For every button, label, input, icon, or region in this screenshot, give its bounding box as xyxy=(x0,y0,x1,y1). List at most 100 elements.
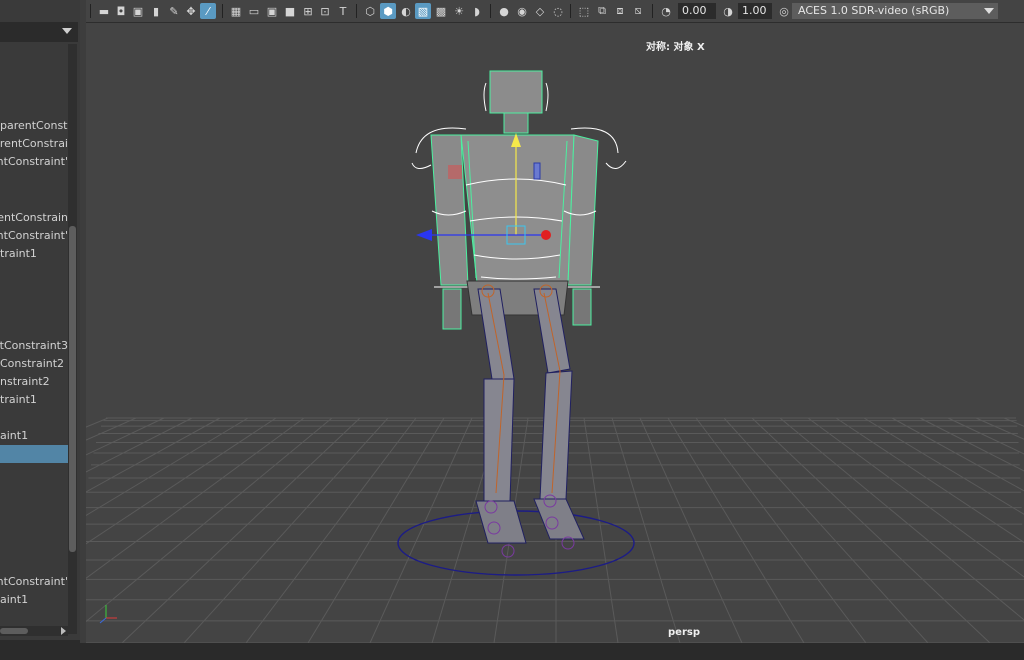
grid-line xyxy=(86,417,277,545)
two-d-pan-icon[interactable]: ✥ xyxy=(183,3,199,19)
depth-of-field-icon[interactable]: ◌ xyxy=(550,3,566,19)
outliner-item-label: parentConst xyxy=(0,119,68,132)
safe-action-icon[interactable]: ⊡ xyxy=(317,3,333,19)
outliner-footer xyxy=(0,640,80,660)
gamma-field[interactable]: 1.00 xyxy=(738,3,772,19)
outliner-item[interactable]: ntConstraint' xyxy=(0,227,68,245)
outliner-item[interactable] xyxy=(0,445,68,463)
field-chart-icon[interactable]: ⊞ xyxy=(300,3,316,19)
gate-mask-icon[interactable]: ■ xyxy=(282,3,298,19)
outliner-item[interactable]: ntConstraint3 xyxy=(0,337,68,355)
grid-line xyxy=(751,417,991,643)
wireframe-on-shaded-icon[interactable]: ▧ xyxy=(415,3,431,19)
grid-line xyxy=(121,417,361,643)
outliner-item[interactable]: aint1 xyxy=(0,591,68,609)
grid-line xyxy=(583,417,619,643)
grid-line xyxy=(307,417,445,643)
use-all-lights-icon[interactable]: ☀ xyxy=(451,3,467,19)
outliner-item-label: aint1 xyxy=(0,429,29,442)
default-lighting-icon[interactable]: ◐ xyxy=(398,3,414,19)
outliner-item-label: nstraint2 xyxy=(0,375,50,388)
camera-select-icon[interactable]: ▬ xyxy=(96,3,112,19)
exposure-icon[interactable]: ◔ xyxy=(658,3,674,19)
outliner-item-label: aint1 xyxy=(0,593,29,606)
toolbar-separator xyxy=(356,4,357,18)
grid-line xyxy=(183,417,389,643)
camera-attributes-icon[interactable]: ◘ xyxy=(113,3,129,19)
fk-ik-switch-left xyxy=(448,165,462,179)
film-gate-icon[interactable]: ▭ xyxy=(246,3,262,19)
outliner-item[interactable]: nstraint2 xyxy=(0,373,68,391)
outliner-item[interactable]: entConstrain xyxy=(0,209,68,227)
grid-line xyxy=(245,417,417,643)
scrollbar-thumb[interactable] xyxy=(0,628,28,634)
grid-line xyxy=(611,417,681,643)
screen-space-ao-icon[interactable]: ● xyxy=(496,3,512,19)
head-mesh xyxy=(489,70,543,114)
3d-viewport[interactable]: 对称: 对象 X persp xyxy=(86,23,1024,643)
image-plane-icon[interactable]: ▮ xyxy=(148,3,164,19)
grid-line xyxy=(86,417,109,428)
outliner-item[interactable]: ntConstraint' xyxy=(0,153,68,171)
outliner-item-label: rentConstrai xyxy=(0,137,68,150)
shadows-icon[interactable]: ◗ xyxy=(469,3,485,19)
grid-line xyxy=(919,417,1024,472)
grid-icon[interactable]: ▦ xyxy=(228,3,244,19)
toolbar-separator xyxy=(652,4,653,18)
outliner-horizontal-scrollbar[interactable] xyxy=(0,626,68,636)
grid-line xyxy=(695,417,867,643)
safe-title-icon[interactable]: T xyxy=(335,3,351,19)
xray-joints-icon[interactable]: ⧈ xyxy=(612,3,628,19)
grid-line xyxy=(86,417,333,623)
outliner-vertical-scrollbar[interactable] xyxy=(68,44,77,634)
left-arm-mesh xyxy=(430,134,469,286)
bookmark-camera-icon[interactable]: ▣ xyxy=(130,3,146,19)
backface-culling-icon[interactable]: ⧅ xyxy=(630,3,646,19)
isolate-select-icon[interactable]: ⬚ xyxy=(576,3,592,19)
grease-pencil-icon[interactable]: ✎ xyxy=(166,3,182,19)
grid-line xyxy=(723,417,929,643)
outliner-filter-bar[interactable] xyxy=(0,22,78,42)
grid-line xyxy=(863,417,1024,515)
grid-line xyxy=(86,417,193,473)
color-space-dropdown[interactable]: ACES 1.0 SDR-video (sRGB) xyxy=(792,3,998,19)
status-bar xyxy=(80,643,1024,660)
chevron-down-icon[interactable] xyxy=(62,28,72,34)
grid-line xyxy=(1003,417,1024,427)
symmetry-hud: 对称: 对象 X xyxy=(646,42,705,53)
smooth-shade-icon[interactable]: ⬢ xyxy=(380,3,396,19)
outliner-item-label: ntConstraint' xyxy=(0,229,68,242)
right-hand-mesh xyxy=(572,288,592,326)
grid-line xyxy=(369,417,473,643)
outliner-item[interactable]: ntConstraint' xyxy=(0,573,68,591)
resolution-gate-icon[interactable]: ▣ xyxy=(264,3,280,19)
textured-icon[interactable]: ▩ xyxy=(433,3,449,19)
outliner-item[interactable]: Constraint2 xyxy=(0,355,68,373)
toolbar-separator xyxy=(490,4,491,18)
outliner-item-label: entConstrain xyxy=(0,211,68,224)
motion-blur-icon[interactable]: ◉ xyxy=(514,3,530,19)
torso-mesh xyxy=(460,134,575,284)
gamma-icon[interactable]: ◑ xyxy=(720,3,736,19)
outliner-item[interactable]: traint1 xyxy=(0,391,68,409)
right-foot-mesh xyxy=(533,498,585,540)
scrollbar-thumb[interactable] xyxy=(69,226,76,552)
xray-icon[interactable]: ⧉ xyxy=(594,3,610,19)
exposure-field[interactable]: 0.00 xyxy=(678,3,716,19)
left-hand-mesh xyxy=(442,288,462,330)
outliner-item[interactable]: parentConst xyxy=(0,117,68,135)
grid-line xyxy=(835,417,1024,544)
wireframe-icon[interactable]: ⬡ xyxy=(362,3,378,19)
outliner-item-label: ntConstraint' xyxy=(0,155,68,168)
grease-pencil-active-icon[interactable]: ⁄ xyxy=(200,3,216,19)
chevron-down-icon[interactable] xyxy=(984,8,994,14)
outliner-item[interactable]: traint1 xyxy=(0,245,68,263)
outliner-item[interactable]: aint1 xyxy=(0,427,68,445)
anti-aliasing-icon[interactable]: ◇ xyxy=(532,3,548,19)
toolbar-separator xyxy=(570,4,571,18)
scroll-right-icon[interactable] xyxy=(61,627,66,635)
camera-name-hud: persp xyxy=(668,627,700,638)
toolbar-separator xyxy=(222,4,223,18)
outliner-item[interactable]: rentConstrai xyxy=(0,135,68,153)
color-management-icon[interactable]: ◎ xyxy=(776,3,792,19)
